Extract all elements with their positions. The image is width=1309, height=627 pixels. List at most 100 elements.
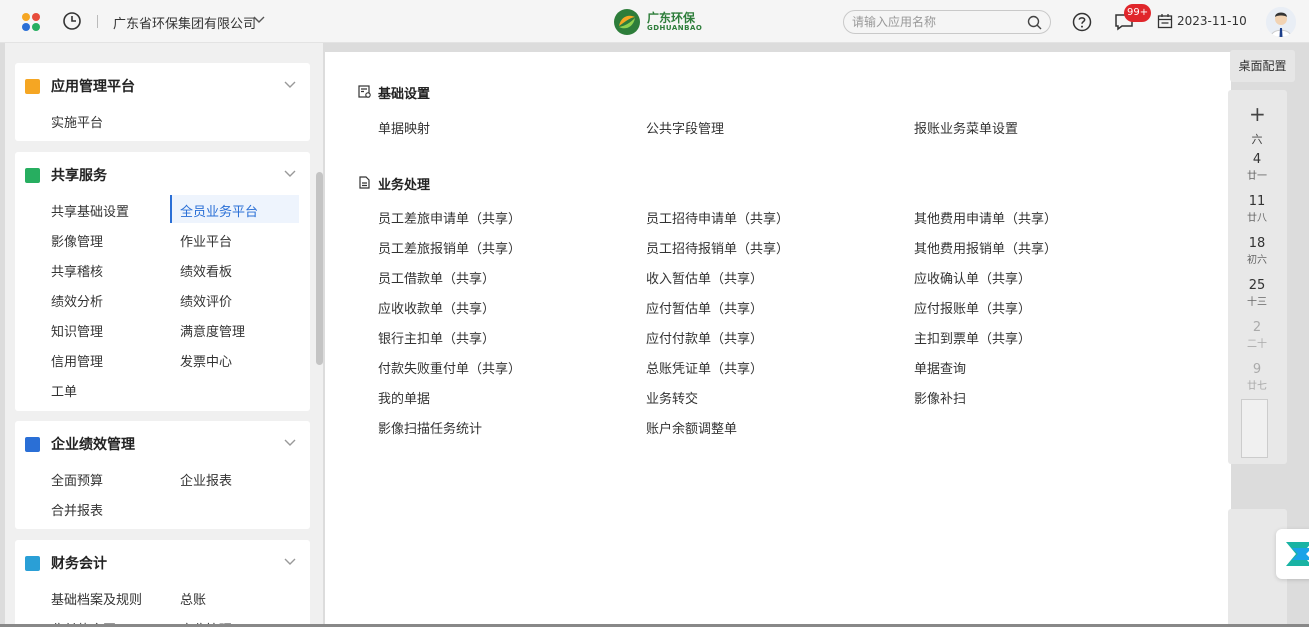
assistant-chevron-icon [1286, 542, 1309, 566]
menu-item[interactable]: 工单 [51, 381, 77, 400]
chevron-down-icon[interactable] [283, 78, 297, 92]
menu-item[interactable]: 知识管理 [51, 321, 103, 340]
link-item[interactable]: 公共字段管理 [646, 118, 724, 137]
add-event-icon[interactable]: + [1249, 102, 1266, 126]
desk-config-button[interactable]: 桌面配置 [1230, 50, 1295, 82]
menu-item[interactable]: 信用管理 [51, 351, 103, 370]
enterprise-performance-icon [25, 437, 40, 452]
menu-item[interactable]: 绩效看板 [180, 261, 232, 280]
app-search [843, 10, 1051, 34]
link-item[interactable]: 员工借款单（共享） [378, 268, 495, 287]
shared-services-icon [25, 168, 40, 183]
menu-item[interactable]: 绩效分析 [51, 291, 103, 310]
card-title: 应用管理平台 [51, 79, 135, 95]
link-item[interactable]: 单据映射 [378, 118, 430, 137]
app-management-icon [25, 79, 40, 94]
current-date[interactable]: 2023-11-10 [1177, 14, 1247, 28]
brand-logo: 广东环保 GDHUANBAO [613, 8, 713, 36]
card-title: 财务会计 [51, 556, 107, 572]
link-item[interactable]: 员工招待报销单（共享） [646, 238, 789, 257]
menu-item[interactable]: 企业报表 [180, 470, 232, 489]
menu-item[interactable]: 影像管理 [51, 231, 103, 250]
chevron-down-icon[interactable] [252, 13, 266, 27]
link-item[interactable]: 应收收款单（共享） [378, 298, 495, 317]
section-title-business: 业务处理 [378, 178, 431, 193]
card-financial-accounting: 财务会计 基础档案及规则 总账 收付款合同 应收管理 [15, 540, 310, 627]
link-item[interactable]: 影像补扫 [914, 388, 966, 407]
section-title-basic-settings: 基础设置 [378, 87, 431, 102]
card-enterprise-performance: 企业绩效管理 全面预算 企业报表 合并报表 [15, 421, 310, 529]
user-avatar-icon [1266, 7, 1296, 37]
calendar-day[interactable]: 18 [1242, 236, 1272, 251]
calendar-day[interactable]: 25 [1242, 278, 1272, 293]
link-item[interactable]: 员工招待申请单（共享） [646, 208, 789, 227]
link-item[interactable]: 总账凭证单（共享） [646, 358, 763, 377]
menu-item[interactable]: 发票中心 [180, 351, 232, 370]
link-item[interactable]: 我的单据 [378, 388, 430, 407]
sidebar-scrollbar[interactable] [316, 172, 323, 365]
menu-item[interactable]: 合并报表 [51, 500, 103, 519]
card-app-management: 应用管理平台 实施平台 [15, 63, 310, 141]
menu-item[interactable]: 共享基础设置 [51, 201, 129, 220]
menu-item[interactable]: 实施平台 [51, 112, 103, 131]
link-item[interactable]: 员工差旅报销单（共享） [378, 238, 521, 257]
chevron-down-icon[interactable] [283, 555, 297, 569]
link-item[interactable]: 应付暂估单（共享） [646, 298, 763, 317]
link-item[interactable]: 影像扫描任务统计 [378, 418, 482, 437]
link-item[interactable]: 账户余额调整单 [646, 418, 737, 437]
card-title: 共享服务 [51, 168, 107, 184]
calendar-box[interactable] [1241, 399, 1268, 458]
logo-text-en: GDHUANBAO [647, 24, 703, 32]
menu-item-active[interactable]: 全员业务平台 [180, 201, 258, 220]
calendar-lunar-date: 廿一 [1247, 171, 1267, 182]
link-item[interactable]: 其他费用报销单（共享） [914, 238, 1057, 257]
menu-item[interactable]: 绩效评价 [180, 291, 232, 310]
link-item[interactable]: 单据查询 [914, 358, 966, 377]
calendar-lunar-date: 廿七 [1247, 381, 1267, 392]
link-item[interactable]: 其他费用申请单（共享） [914, 208, 1057, 227]
calendar-day[interactable]: 11 [1242, 194, 1272, 209]
calendar-lunar-date: 十三 [1247, 297, 1267, 308]
calendar-day[interactable]: 2 [1242, 320, 1272, 335]
help-icon[interactable] [1072, 12, 1092, 32]
link-item[interactable]: 报账业务菜单设置 [914, 118, 1018, 137]
floating-assistant-button[interactable] [1276, 529, 1309, 579]
main-panel: 基础设置 单据映射 公共字段管理 报账业务菜单设置 业务处理 员工差旅申请单（共… [325, 52, 1231, 627]
link-item[interactable]: 业务转交 [646, 388, 698, 407]
calendar-day[interactable]: 9 [1242, 362, 1272, 377]
menu-item[interactable]: 共享稽核 [51, 261, 103, 280]
clock-icon[interactable] [62, 11, 82, 31]
chevron-down-icon[interactable] [283, 167, 297, 181]
menu-item[interactable]: 全面预算 [51, 470, 103, 489]
menu-item[interactable]: 作业平台 [180, 231, 232, 250]
link-item[interactable]: 员工差旅申请单（共享） [378, 208, 521, 227]
logo-mark-icon [614, 9, 640, 35]
chevron-down-icon[interactable] [283, 436, 297, 450]
menu-item[interactable]: 基础档案及规则 [51, 589, 142, 608]
link-item[interactable]: 应付付款单（共享） [646, 328, 763, 347]
menu-item[interactable]: 总账 [180, 589, 206, 608]
search-input[interactable] [852, 14, 1022, 30]
calendar-lunar-date: 二十 [1247, 339, 1267, 350]
document-icon [359, 176, 370, 189]
link-item[interactable]: 银行主扣单（共享） [378, 328, 495, 347]
avatar[interactable] [1266, 7, 1296, 37]
card-shared-services: 共享服务 共享基础设置 全员业务平台 影像管理 作业平台 共享稽核 绩效看板 绩… [15, 152, 310, 411]
calendar-day[interactable]: 4 [1242, 152, 1272, 167]
app-grid-icon[interactable] [20, 12, 42, 32]
financial-accounting-icon [25, 556, 40, 571]
notification-badge: 99+ [1124, 4, 1152, 22]
calendar-weekday: 六 [1251, 133, 1263, 146]
link-item[interactable]: 应付报账单（共享） [914, 298, 1031, 317]
calendar-lunar-date: 初六 [1247, 255, 1267, 266]
settings-doc-icon [358, 85, 371, 98]
link-item[interactable]: 付款失败重付单（共享） [378, 358, 521, 377]
search-icon[interactable] [1027, 15, 1042, 30]
link-item[interactable]: 主扣到票单（共享） [914, 328, 1031, 347]
menu-item[interactable]: 满意度管理 [180, 321, 245, 340]
link-item[interactable]: 应收确认单（共享） [914, 268, 1031, 287]
company-name[interactable]: 广东省环保集团有限公司 [113, 13, 256, 32]
calendar-icon[interactable] [1157, 13, 1173, 29]
top-bar: 广东省环保集团有限公司 广东环保 GDHUANBAO 99+ 2023-11-1… [0, 0, 1309, 43]
link-item[interactable]: 收入暂估单（共享） [646, 268, 763, 287]
